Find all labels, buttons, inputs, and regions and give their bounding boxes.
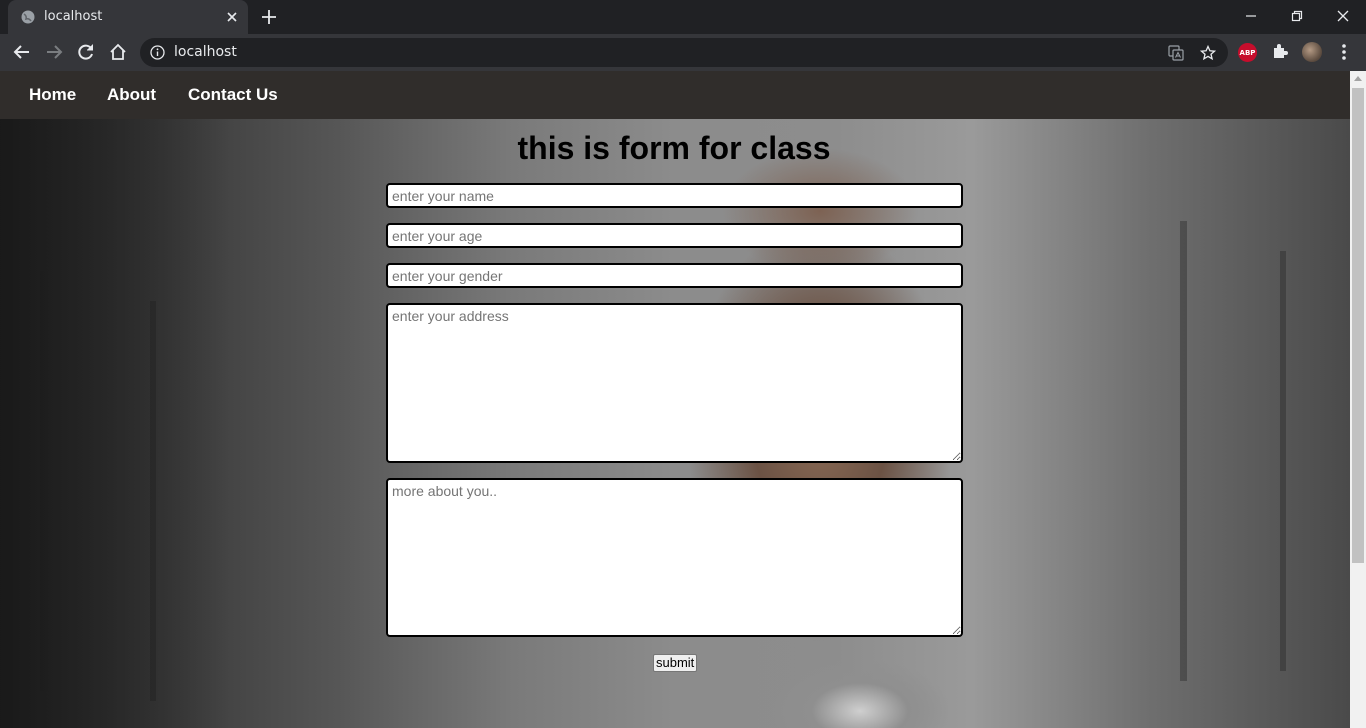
address-bar[interactable]: localhost [140, 38, 1228, 67]
forward-arrow-icon[interactable] [44, 42, 64, 62]
tab-title: localhost [44, 9, 103, 24]
background-rack [150, 301, 156, 701]
nav-contact-link[interactable]: Contact Us [188, 85, 278, 105]
nav-home-link[interactable]: Home [29, 85, 76, 105]
restore-icon [1291, 10, 1303, 22]
browser-tab-strip: localhost [0, 0, 1366, 34]
home-icon[interactable] [108, 42, 128, 62]
info-icon[interactable] [150, 45, 165, 60]
background-rack [1180, 221, 1187, 681]
minimize-button[interactable] [1228, 0, 1274, 32]
page-viewport: Home About Contact Us this is form for c… [0, 71, 1350, 728]
background-rack [1280, 251, 1286, 671]
back-arrow-icon[interactable] [12, 42, 32, 62]
extensions-puzzle-icon[interactable] [1271, 42, 1289, 60]
close-tab-icon[interactable] [224, 9, 240, 25]
close-icon [1337, 10, 1349, 22]
profile-avatar[interactable] [1302, 42, 1322, 62]
address-textarea[interactable] [386, 303, 963, 463]
age-input[interactable] [386, 223, 963, 248]
adblock-extension-icon[interactable]: ABP [1238, 43, 1257, 62]
browser-toolbar: localhost ABP [0, 34, 1366, 71]
globe-icon [21, 10, 35, 24]
name-input[interactable] [386, 183, 963, 208]
submit-button[interactable]: submit [653, 654, 698, 672]
background-rack [40, 271, 48, 691]
nav-about-link[interactable]: About [107, 85, 156, 105]
new-tab-icon[interactable] [260, 8, 278, 26]
top-navbar: Home About Contact Us [0, 71, 1350, 119]
background-shade [0, 71, 230, 728]
url-text: localhost [174, 44, 237, 60]
gender-input[interactable] [386, 263, 963, 288]
scrollbar-thumb[interactable] [1352, 88, 1364, 563]
translate-icon[interactable] [1168, 45, 1184, 61]
form-heading: this is form for class [517, 130, 831, 166]
browser-tab[interactable]: localhost [8, 0, 248, 34]
bookmark-star-icon[interactable] [1200, 45, 1216, 61]
page-scrollbar[interactable] [1350, 71, 1366, 728]
more-menu-icon[interactable] [1340, 42, 1348, 62]
reload-icon[interactable] [76, 42, 96, 62]
restore-button[interactable] [1274, 0, 1320, 32]
more-about-textarea[interactable] [386, 478, 963, 637]
window-close-button[interactable] [1320, 0, 1366, 32]
scroll-up-arrow-icon[interactable] [1354, 76, 1362, 81]
minimize-icon [1246, 15, 1256, 17]
